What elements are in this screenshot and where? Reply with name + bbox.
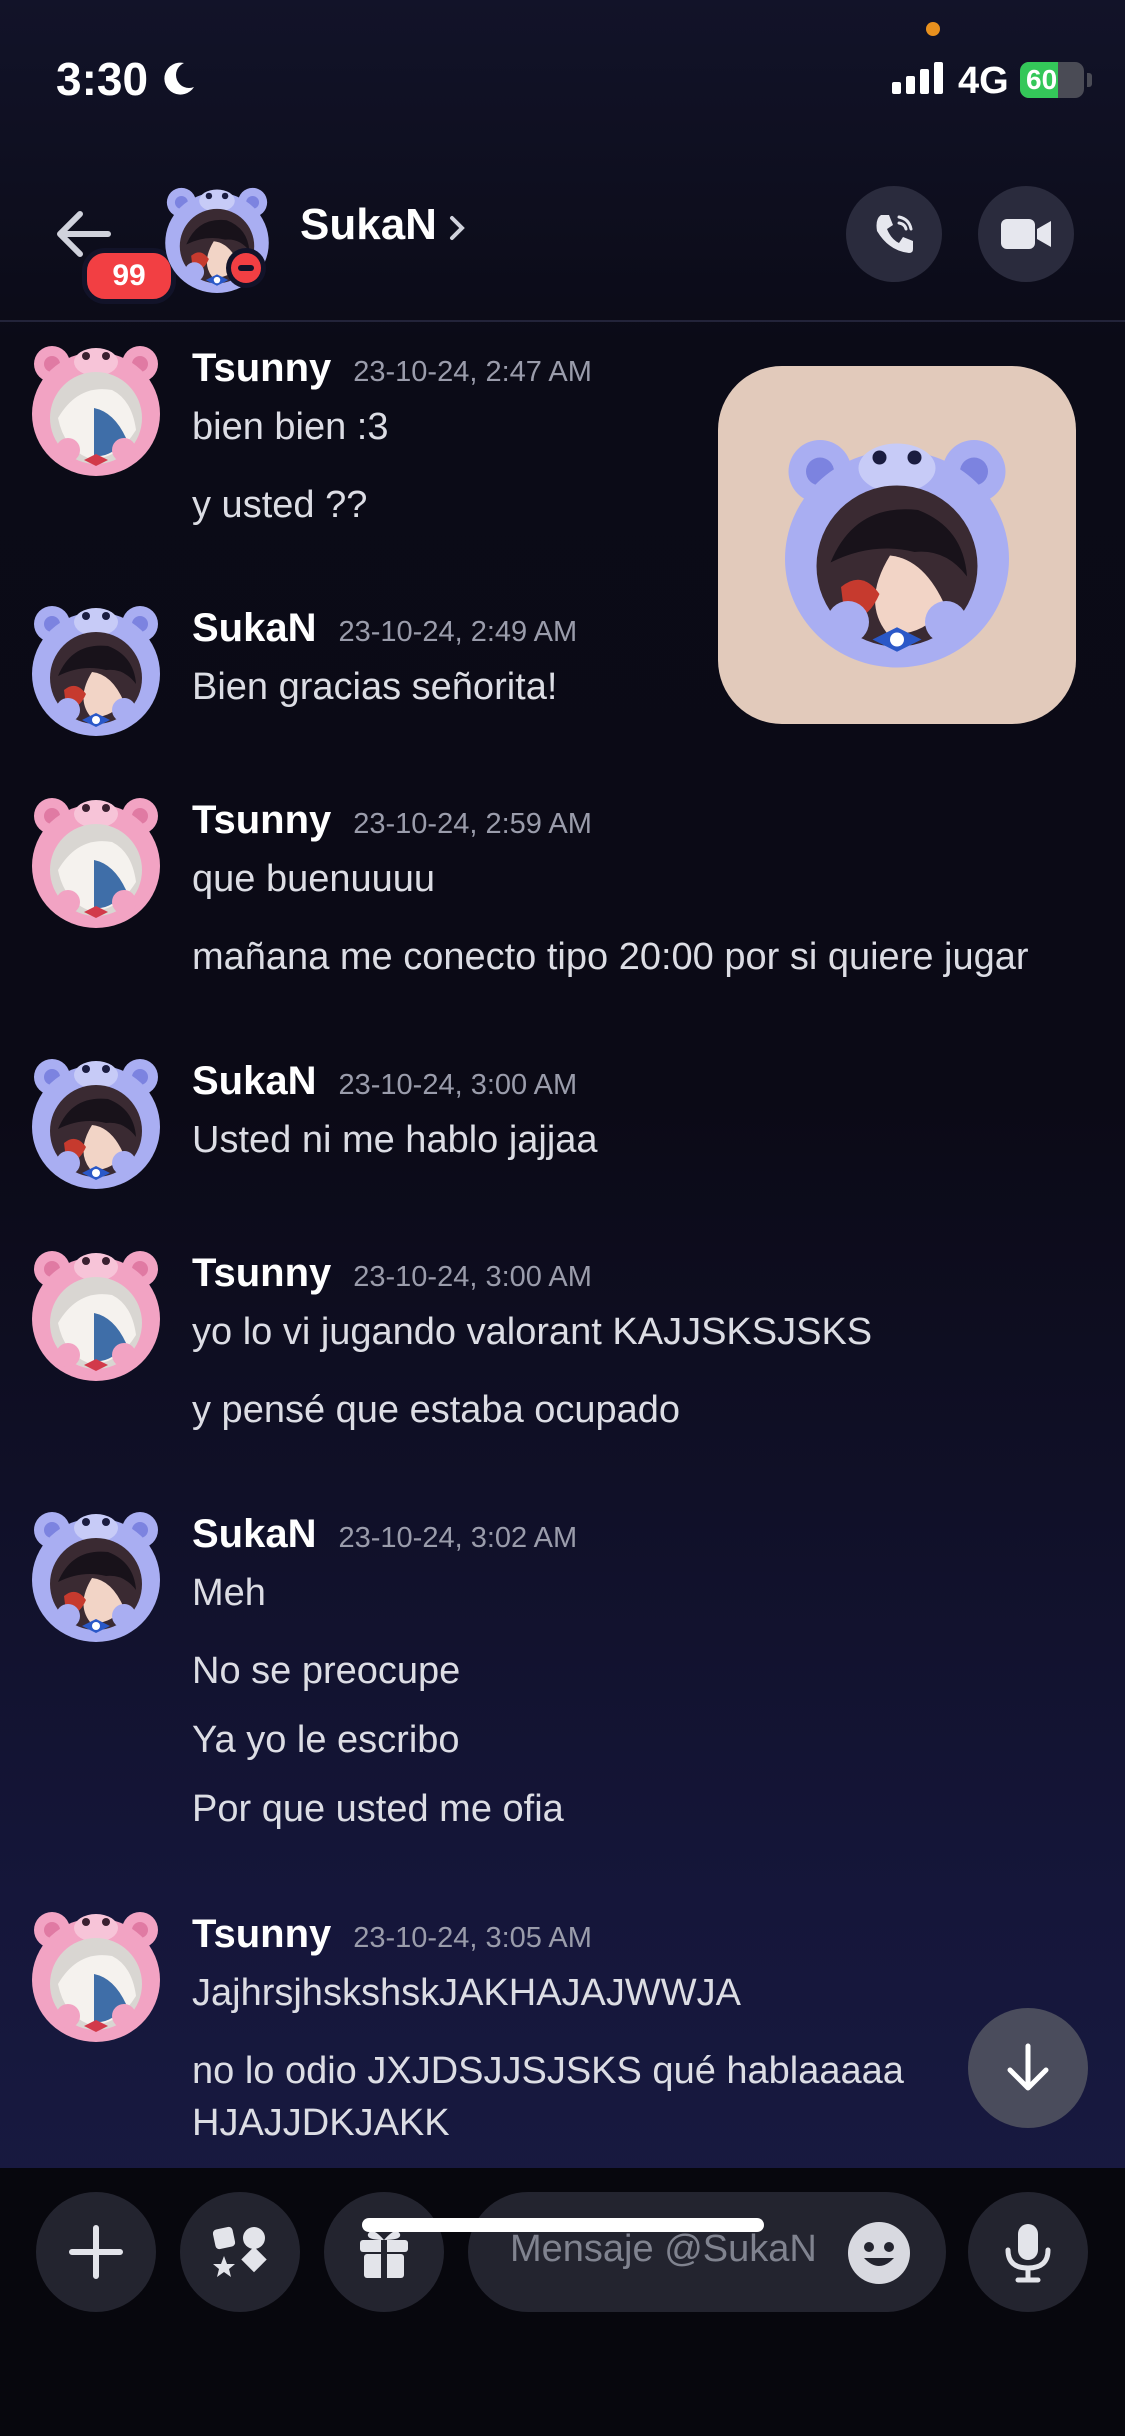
author-name[interactable]: SukaN (192, 1512, 317, 1557)
timestamp: 23-10-24, 3:05 AM (353, 1922, 592, 1954)
message-text[interactable]: Bien gracias señorita! (192, 666, 557, 709)
video-camera-icon (1001, 219, 1051, 249)
dnd-status-icon (226, 248, 266, 288)
message-input[interactable]: Mensaje @SukaN (468, 2192, 946, 2312)
channel-title[interactable]: SukaN (300, 200, 437, 250)
bear-sticker (785, 440, 1009, 668)
emoji-icon[interactable] (846, 2220, 912, 2286)
avatar[interactable] (28, 1904, 164, 2044)
timestamp: 23-10-24, 3:00 AM (353, 1261, 592, 1293)
timestamp: 23-10-24, 3:00 AM (338, 1069, 578, 1101)
author-name[interactable]: SukaN (192, 606, 317, 651)
message-text[interactable]: HJAJJDKJAKK (192, 2102, 450, 2145)
microphone-icon (1005, 2224, 1051, 2283)
message-header: Tsunny 23-10-24, 3:05 AM (192, 1912, 592, 1957)
message-text[interactable]: que buenuuuu (192, 858, 435, 901)
avatar[interactable] (28, 1243, 164, 1383)
voice-call-button[interactable] (846, 186, 942, 282)
avatar[interactable] (28, 790, 164, 930)
sticker-image[interactable] (718, 366, 1076, 724)
message-header: Tsunny 23-10-24, 2:59 AM (192, 798, 592, 843)
author-name[interactable]: Tsunny (192, 1251, 331, 1296)
add-attachment-button[interactable] (36, 2192, 156, 2312)
author-name[interactable]: SukaN (192, 1059, 317, 1104)
voice-message-button[interactable] (968, 2192, 1088, 2312)
apps-icon (212, 2226, 267, 2277)
message-placeholder: Mensaje @SukaN (510, 2228, 817, 2270)
message-text[interactable]: y usted ?? (192, 484, 367, 527)
privacy-indicator-dot (926, 22, 940, 36)
battery-icon: 60 (1020, 62, 1084, 98)
timestamp: 23-10-24, 2:49 AM (338, 616, 578, 648)
message-composer: Mensaje @SukaN (0, 2168, 1125, 2436)
message-text[interactable]: JajhrsjhskshskJAKHAJAJWWJA (192, 1972, 741, 2015)
chevron-right-icon[interactable] (448, 214, 466, 242)
timestamp: 23-10-24, 2:47 AM (353, 356, 592, 388)
author-name[interactable]: Tsunny (192, 1912, 331, 1957)
avatar[interactable] (28, 598, 164, 738)
timestamp: 23-10-24, 2:59 AM (353, 808, 592, 840)
battery-percent: 60 (1026, 64, 1058, 95)
message-header: SukaN 23-10-24, 2:49 AM (192, 606, 577, 651)
message-text[interactable]: Usted ni me hablo jajjaa (192, 1119, 598, 1162)
video-call-button[interactable] (978, 186, 1074, 282)
network-type: 4G (958, 60, 1009, 102)
cellular-signal-icon (892, 62, 943, 94)
message-text[interactable]: Por que usted me ofia (192, 1788, 564, 1831)
moon-icon (164, 62, 195, 95)
clock-text: 3:30 (56, 53, 149, 105)
message-header: Tsunny 23-10-24, 2:47 AM (192, 346, 592, 391)
chat-header: 99 SukaN (0, 160, 1125, 322)
apps-button[interactable] (180, 2192, 300, 2312)
author-name[interactable]: Tsunny (192, 346, 331, 391)
plus-icon (69, 2225, 123, 2279)
status-time: 3:30 (56, 52, 198, 106)
message-text[interactable]: yo lo vi jugando valorant KAJJSKSJSKS (192, 1311, 872, 1354)
message-header: SukaN 23-10-24, 3:02 AM (192, 1512, 577, 1557)
battery-tip (1087, 73, 1092, 87)
status-bar: 3:30 4G 60 (0, 0, 1125, 160)
avatar[interactable] (28, 1051, 164, 1191)
message-text[interactable]: bien bien :3 (192, 406, 389, 449)
jump-to-present-button[interactable] (968, 2008, 1088, 2128)
arrow-down-icon (1007, 2043, 1049, 2091)
author-name[interactable]: Tsunny (192, 798, 331, 843)
message-header: SukaN 23-10-24, 3:00 AM (192, 1059, 577, 1104)
message-text[interactable]: Meh (192, 1572, 266, 1615)
phone-icon (876, 215, 913, 253)
gift-button[interactable] (324, 2192, 444, 2312)
message-text[interactable]: no lo odio JXJDSJJSJSKS qué hablaaaaa (192, 2050, 904, 2093)
timestamp: 23-10-24, 3:02 AM (338, 1522, 578, 1554)
message-text[interactable]: Ya yo le escribo (192, 1719, 460, 1762)
avatar[interactable] (28, 338, 164, 478)
message-header: Tsunny 23-10-24, 3:00 AM (192, 1251, 592, 1296)
avatar[interactable] (28, 1504, 164, 1644)
message-text[interactable]: mañana me conecto tipo 20:00 por si quie… (192, 936, 1029, 979)
message-text[interactable]: No se preocupe (192, 1650, 460, 1693)
message-text[interactable]: y pensé que estaba ocupado (192, 1389, 680, 1432)
home-indicator[interactable] (362, 2218, 764, 2232)
